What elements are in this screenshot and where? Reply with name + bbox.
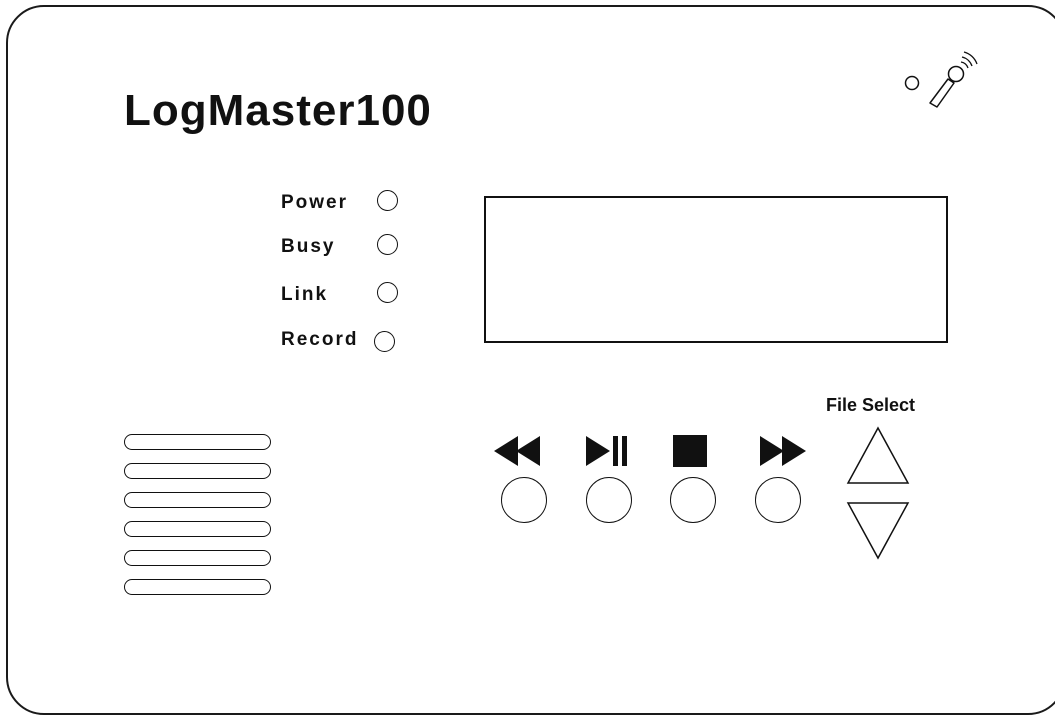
remote-icon-group: [904, 51, 978, 108]
triangle-down-icon: [846, 502, 910, 560]
busy-label: Busy: [281, 236, 336, 257]
stop-button[interactable]: [670, 477, 716, 523]
link-label: Link: [281, 284, 329, 305]
ir-receiver-icon: [904, 75, 920, 91]
lcd-display: [484, 196, 948, 343]
link-led: [377, 282, 398, 303]
triangle-up-icon: [846, 426, 910, 484]
power-led: [377, 190, 398, 211]
microphone-icon: [929, 51, 978, 108]
speaker-slot: [124, 463, 271, 479]
file-select-label: File Select: [826, 395, 916, 415]
play-pause-icon: [586, 436, 627, 466]
record-led: [374, 331, 395, 352]
speaker-slot: [124, 550, 271, 566]
brand-name: LogMaster100: [124, 86, 432, 135]
power-label: Power: [281, 192, 349, 213]
rewind-button[interactable]: [501, 477, 547, 523]
rewind-icon: [494, 436, 540, 466]
busy-led: [377, 234, 398, 255]
file-select-up-button[interactable]: [845, 425, 911, 485]
file-select-down-button[interactable]: [845, 501, 911, 561]
speaker-slot: [124, 492, 271, 508]
speaker-slot: [124, 521, 271, 537]
stop-icon: [673, 435, 707, 467]
speaker-slot: [124, 579, 271, 595]
speaker-slot: [124, 434, 271, 450]
fast-forward-icon: [760, 436, 806, 466]
play-pause-button[interactable]: [586, 477, 632, 523]
record-label: Record: [281, 329, 359, 350]
fast-forward-button[interactable]: [755, 477, 801, 523]
